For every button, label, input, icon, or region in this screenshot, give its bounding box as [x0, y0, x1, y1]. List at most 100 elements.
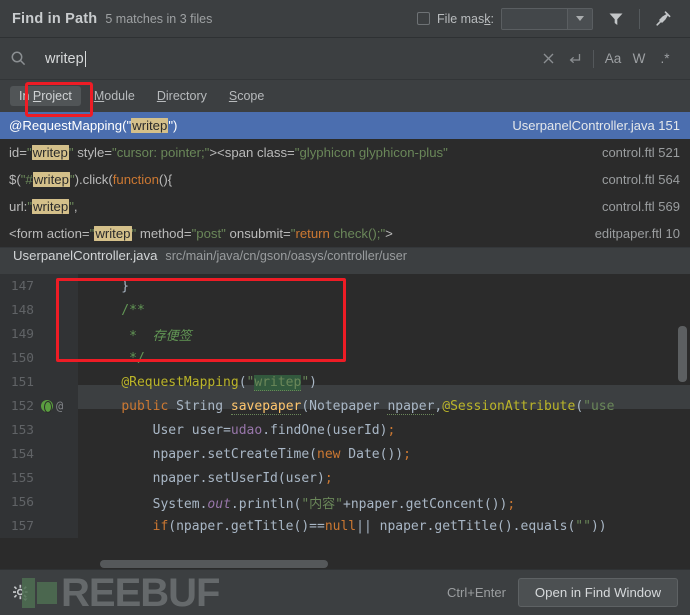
line-number: 150: [10, 350, 34, 366]
new-line-button[interactable]: [561, 46, 587, 72]
tab-scope[interactable]: Scope: [220, 86, 273, 106]
line-number: 149: [10, 326, 34, 342]
at-icon[interactable]: @: [56, 399, 63, 413]
line-number: 153: [10, 422, 34, 438]
clear-search-button[interactable]: [535, 46, 561, 72]
line-gutter: 155: [0, 466, 78, 490]
watermark-text: REEBUF: [61, 570, 220, 615]
file-mask-group: File mask:: [417, 7, 593, 30]
line-gutter: 149: [0, 322, 78, 346]
header-divider: [639, 8, 640, 29]
result-location: UserpanelController.java 151: [512, 118, 680, 133]
file-mask-label: File mask:: [437, 11, 494, 26]
code-line: 149 * 存便签: [0, 322, 690, 346]
return-arrow-icon: [569, 54, 580, 64]
file-mask-combobox[interactable]: [501, 7, 593, 30]
match-case-label: Aa: [604, 51, 622, 66]
breadcrumb: UserpanelController.java src/main/java/c…: [0, 247, 690, 274]
search-row: writep Aa W .*: [0, 38, 690, 117]
code-line-text: * 存便签: [90, 328, 192, 344]
line-gutter: 151: [0, 370, 78, 394]
words-label: W: [632, 51, 646, 66]
filter-button[interactable]: [603, 6, 629, 32]
code-line: 153 User user=udao.findOne(userId);: [0, 418, 690, 442]
code-line-text: @RequestMapping("writep"): [121, 374, 317, 391]
table-row[interactable]: @RequestMapping("writep") UserpanelContr…: [0, 112, 690, 139]
code-line: 155 npaper.setUserId(user);: [0, 466, 690, 490]
text-caret: [84, 50, 86, 67]
find-in-path-dialog: Find in Path 5 matches in 3 files File m…: [0, 0, 690, 615]
web-globe-icon[interactable]: [41, 400, 53, 413]
breadcrumb-file: UserpanelController.java: [13, 248, 158, 263]
code-line-text: */: [90, 350, 145, 366]
horizontal-scrollbar-thumb[interactable]: [100, 560, 328, 568]
search-icon: [11, 51, 26, 66]
regex-toggle[interactable]: .*: [652, 46, 678, 72]
line-number: 156: [10, 494, 34, 510]
tab-directory[interactable]: Directory: [148, 86, 216, 106]
line-gutter: 150: [0, 346, 78, 370]
search-actions: Aa W .*: [535, 46, 678, 72]
search-input-value: writep: [45, 50, 84, 67]
page-title: Find in Path: [12, 10, 98, 27]
line-number: 151: [10, 374, 34, 390]
result-preview-text: id="writep" style="cursor: pointer;"><sp…: [9, 145, 448, 160]
line-number: 152: [10, 398, 34, 414]
code-line-text: }: [90, 278, 130, 294]
line-gutter: 156: [0, 490, 78, 514]
vertical-scrollbar[interactable]: [678, 326, 687, 382]
table-row[interactable]: <form action="writep" method="post" onsu…: [0, 220, 690, 247]
line-number: 157: [10, 518, 34, 534]
result-preview-text: url:"writep",: [9, 199, 78, 214]
gutter-icons[interactable]: @: [36, 399, 63, 413]
code-line-text: if(npaper.getTitle()==null|| npaper.getT…: [152, 518, 607, 534]
line-gutter: 148: [0, 298, 78, 322]
close-icon: [543, 53, 553, 64]
code-line: 157 if(npaper.getTitle()==null|| npaper.…: [0, 514, 690, 538]
line-gutter: 152 @: [0, 394, 78, 418]
file-mask-dropdown-button[interactable]: [567, 8, 592, 29]
watermark-block-icon: [37, 581, 57, 604]
code-line: 151 @RequestMapping("writep"): [0, 370, 690, 394]
table-row[interactable]: url:"writep", control.ftl 569: [0, 193, 690, 220]
code-lines: 147 } 148 /** 149 * 存便签 150 */ 151 @Requ…: [0, 274, 690, 569]
code-line-text: /**: [90, 302, 145, 318]
table-row[interactable]: $("#writep").click(function(){ control.f…: [0, 166, 690, 193]
match-case-toggle[interactable]: Aa: [600, 46, 626, 72]
code-line: 147 }: [0, 274, 690, 298]
result-location: control.ftl 569: [601, 199, 680, 214]
scope-tabs: In Project Module Directory Scope: [0, 80, 690, 112]
regex-label: .*: [660, 51, 670, 66]
chevron-down-icon: [576, 16, 584, 21]
line-number: 148: [10, 302, 34, 318]
settings-button[interactable]: [10, 582, 32, 604]
dialog-header: Find in Path 5 matches in 3 files File m…: [0, 0, 690, 38]
line-number: 147: [10, 278, 34, 294]
table-row[interactable]: id="writep" style="cursor: pointer;"><sp…: [0, 139, 690, 166]
line-number: 155: [10, 470, 34, 486]
code-line: 148 /**: [0, 298, 690, 322]
open-in-find-window-button[interactable]: Open in Find Window: [517, 578, 678, 607]
search-input[interactable]: writep: [33, 44, 535, 74]
search-actions-divider: [593, 49, 594, 68]
file-mask-input[interactable]: [502, 8, 567, 29]
code-line-text: npaper.setUserId(user);: [152, 470, 333, 486]
words-toggle[interactable]: W: [626, 46, 652, 72]
code-line-text: public String savepaper(Notepaper npaper…: [121, 398, 615, 415]
pin-icon: [655, 11, 670, 26]
pin-button[interactable]: [650, 6, 676, 32]
code-line-text: User user=udao.findOne(userId);: [152, 422, 396, 438]
filter-icon: [609, 13, 623, 25]
tab-module[interactable]: Module: [85, 86, 144, 106]
code-line: 152 @ public String savepaper(Notepaper …: [0, 394, 690, 418]
code-line: 150 */: [0, 346, 690, 370]
shortcut-hint: Ctrl+Enter: [447, 585, 506, 600]
code-line: 154 npaper.setCreateTime(new Date());: [0, 442, 690, 466]
line-gutter: 147: [0, 274, 78, 298]
result-location: control.ftl 564: [601, 172, 680, 187]
tab-in-project[interactable]: In Project: [10, 86, 81, 106]
code-line-text: System.out.println("内容"+npaper.getConcen…: [152, 496, 516, 512]
file-mask-checkbox[interactable]: [417, 12, 431, 25]
code-preview[interactable]: 147 } 148 /** 149 * 存便签 150 */ 151 @Requ…: [0, 274, 690, 569]
code-line-text: npaper.setCreateTime(new Date());: [152, 446, 411, 462]
